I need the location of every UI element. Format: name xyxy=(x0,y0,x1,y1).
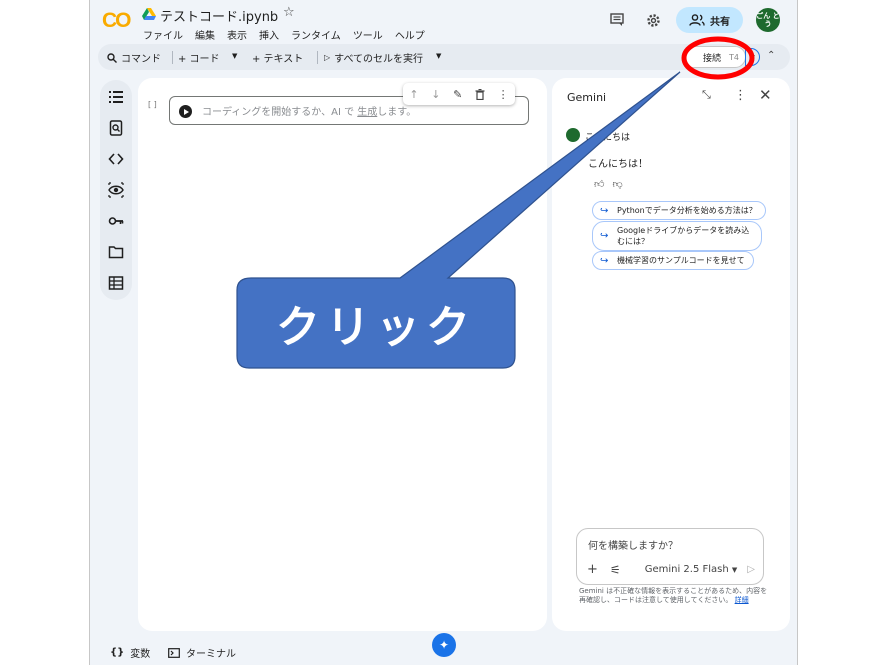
settings-gear-icon[interactable] xyxy=(642,9,664,31)
feedback-buttons: 👍︎ 👎︎ xyxy=(594,178,623,190)
gemini-spark-button[interactable]: ✦ xyxy=(432,633,456,657)
cell-toolbar: ↑ ↓ ✎ ⋮ xyxy=(403,83,515,105)
gemini-title: Gemini xyxy=(567,91,607,104)
gemini-panel: Gemini ⤡ ⋮ ✕ こんにちは こんにちは！ 👍︎ 👎︎ ↪ Python… xyxy=(552,78,790,631)
model-label: Gemini 2.5 Flash xyxy=(644,564,729,575)
chevron-down-icon: ▼ xyxy=(731,566,738,574)
variables-button[interactable]: {} 変数 xyxy=(110,645,150,660)
thumbs-down-icon[interactable]: 👎︎ xyxy=(612,178,622,190)
thumbs-up-icon[interactable]: 👍︎ xyxy=(594,178,604,190)
menu-view[interactable]: 表示 xyxy=(227,27,247,42)
minimize-icon[interactable]: ⤡ xyxy=(702,88,711,102)
command-label: コマンド xyxy=(121,54,161,65)
folder-icon[interactable] xyxy=(108,244,124,260)
generate-link[interactable]: 生成 xyxy=(357,107,377,118)
terminal-button[interactable]: ターミナル xyxy=(168,645,236,660)
run-cell-button[interactable] xyxy=(179,105,192,118)
add-code-label: + コード xyxy=(178,54,220,65)
prompt-placeholder: 何を構築しますか？ xyxy=(588,541,678,552)
send-icon[interactable]: ▷ xyxy=(747,564,755,575)
more-options-icon[interactable]: ⋮ xyxy=(498,88,509,101)
gemini-disclaimer: Gemini は不正確な情報を表示することがあるため、内容を再確認し、コードは注… xyxy=(579,587,769,605)
left-sidebar xyxy=(100,80,132,300)
code-snippets-icon[interactable] xyxy=(108,151,124,167)
cell-execution-count: [ ] xyxy=(148,100,157,109)
move-up-icon[interactable]: ↑ xyxy=(409,88,418,101)
add-text-label: + テキスト xyxy=(252,54,304,65)
placeholder-suffix: します。 xyxy=(377,107,417,118)
terminal-label: ターミナル xyxy=(186,649,236,660)
data-table-icon[interactable] xyxy=(108,275,124,291)
play-icon xyxy=(183,108,189,115)
tune-settings-icon[interactable]: ⚟ xyxy=(610,563,621,577)
more-options-icon[interactable]: ⋮ xyxy=(734,88,747,103)
star-icon[interactable]: ☆ xyxy=(283,5,295,20)
arrow-icon: ↪ xyxy=(600,205,609,216)
comment-icon[interactable] xyxy=(606,9,628,31)
delete-icon[interactable] xyxy=(475,88,485,100)
share-label: 共有 xyxy=(710,16,730,28)
menu-edit[interactable]: 編集 xyxy=(195,27,215,42)
run-all-button[interactable]: ▷ すべてのセルを実行 xyxy=(324,50,423,65)
run-all-label: すべてのセルを実行 xyxy=(334,54,424,65)
model-selector[interactable]: Gemini 2.5 Flash ▼ xyxy=(645,564,738,575)
suggestion-label: Googleドライブからデータを読み込むには？ xyxy=(617,226,750,246)
connect-button[interactable]: 接続 T4 xyxy=(682,46,746,68)
variable-inspector-eye-icon[interactable] xyxy=(108,182,124,198)
add-icon[interactable]: + xyxy=(587,562,598,577)
menu-runtime[interactable]: ランタイム xyxy=(291,27,341,42)
arrow-icon: ↪ xyxy=(600,255,609,266)
search-icon xyxy=(107,52,117,63)
collapse-header-icon[interactable]: ⌃ xyxy=(767,50,775,61)
command-palette-button[interactable]: コマンド xyxy=(107,50,161,65)
secrets-key-icon[interactable] xyxy=(108,213,124,229)
edit-magic-icon[interactable]: ✎ xyxy=(453,88,462,101)
user-avatar-small xyxy=(566,128,580,142)
braces-icon: {} xyxy=(110,647,125,658)
prompt-controls: + ⚟ Gemini 2.5 Flash ▼ ▷ xyxy=(587,562,755,577)
suggestion-label: 機械学習のサンプルコードを見せて xyxy=(617,256,745,265)
run-all-dropdown-icon[interactable]: ▼ xyxy=(436,52,441,60)
cell-placeholder[interactable]: コーディングを開始するか、AI で 生成します。 xyxy=(202,103,416,118)
google-drive-icon xyxy=(142,8,156,20)
find-in-page-icon[interactable] xyxy=(108,120,124,136)
callout-label: クリック xyxy=(276,302,476,353)
suggestion-chip[interactable]: ↪ Googleドライブからデータを読み込むには？ xyxy=(592,221,762,251)
suggestion-chip[interactable]: ↪ 機械学習のサンプルコードを見せて xyxy=(592,251,754,270)
add-text-button[interactable]: + テキスト xyxy=(252,50,303,65)
menu-insert[interactable]: 挿入 xyxy=(259,27,279,42)
play-icon: ▷ xyxy=(324,53,331,62)
people-icon xyxy=(689,14,705,26)
menu-bar: ファイル 編集 表示 挿入 ランタイム ツール ヘルプ xyxy=(143,27,425,42)
move-down-icon[interactable]: ↓ xyxy=(431,88,440,101)
suggestion-chip[interactable]: ↪ Pythonでデータ分析を始める方法は？ xyxy=(592,201,766,220)
add-code-button[interactable]: + コード xyxy=(178,50,220,65)
user-avatar[interactable]: ごん どう xyxy=(756,8,780,32)
suggestion-label: Pythonでデータ分析を始める方法は？ xyxy=(617,206,757,215)
variables-label: 変数 xyxy=(130,649,151,660)
table-of-contents-icon[interactable] xyxy=(108,89,124,105)
user-message: こんにちは xyxy=(585,133,631,143)
gemini-reply: こんにちは！ xyxy=(588,159,648,170)
menu-help[interactable]: ヘルプ xyxy=(395,27,425,42)
share-button[interactable]: 共有 xyxy=(676,7,743,33)
arrow-icon: ↪ xyxy=(600,230,609,242)
placeholder-text: コーディングを開始するか、AI で xyxy=(202,107,355,118)
notebook-title[interactable]: テストコード.ipynb xyxy=(160,6,278,25)
runtime-type-label: T4 xyxy=(729,52,739,62)
learn-more-link[interactable]: 詳細 xyxy=(735,596,749,604)
connect-label: 接続 xyxy=(703,53,722,64)
menu-tools[interactable]: ツール xyxy=(353,27,383,42)
close-icon[interactable]: ✕ xyxy=(759,86,772,104)
colab-logo[interactable]: CO xyxy=(102,9,131,33)
terminal-icon xyxy=(168,647,180,658)
add-code-dropdown-icon[interactable]: ▼ xyxy=(232,52,237,60)
gemini-prompt-input[interactable]: 何を構築しますか？ + ⚟ Gemini 2.5 Flash ▼ ▷ xyxy=(576,528,764,585)
menu-file[interactable]: ファイル xyxy=(143,27,183,42)
